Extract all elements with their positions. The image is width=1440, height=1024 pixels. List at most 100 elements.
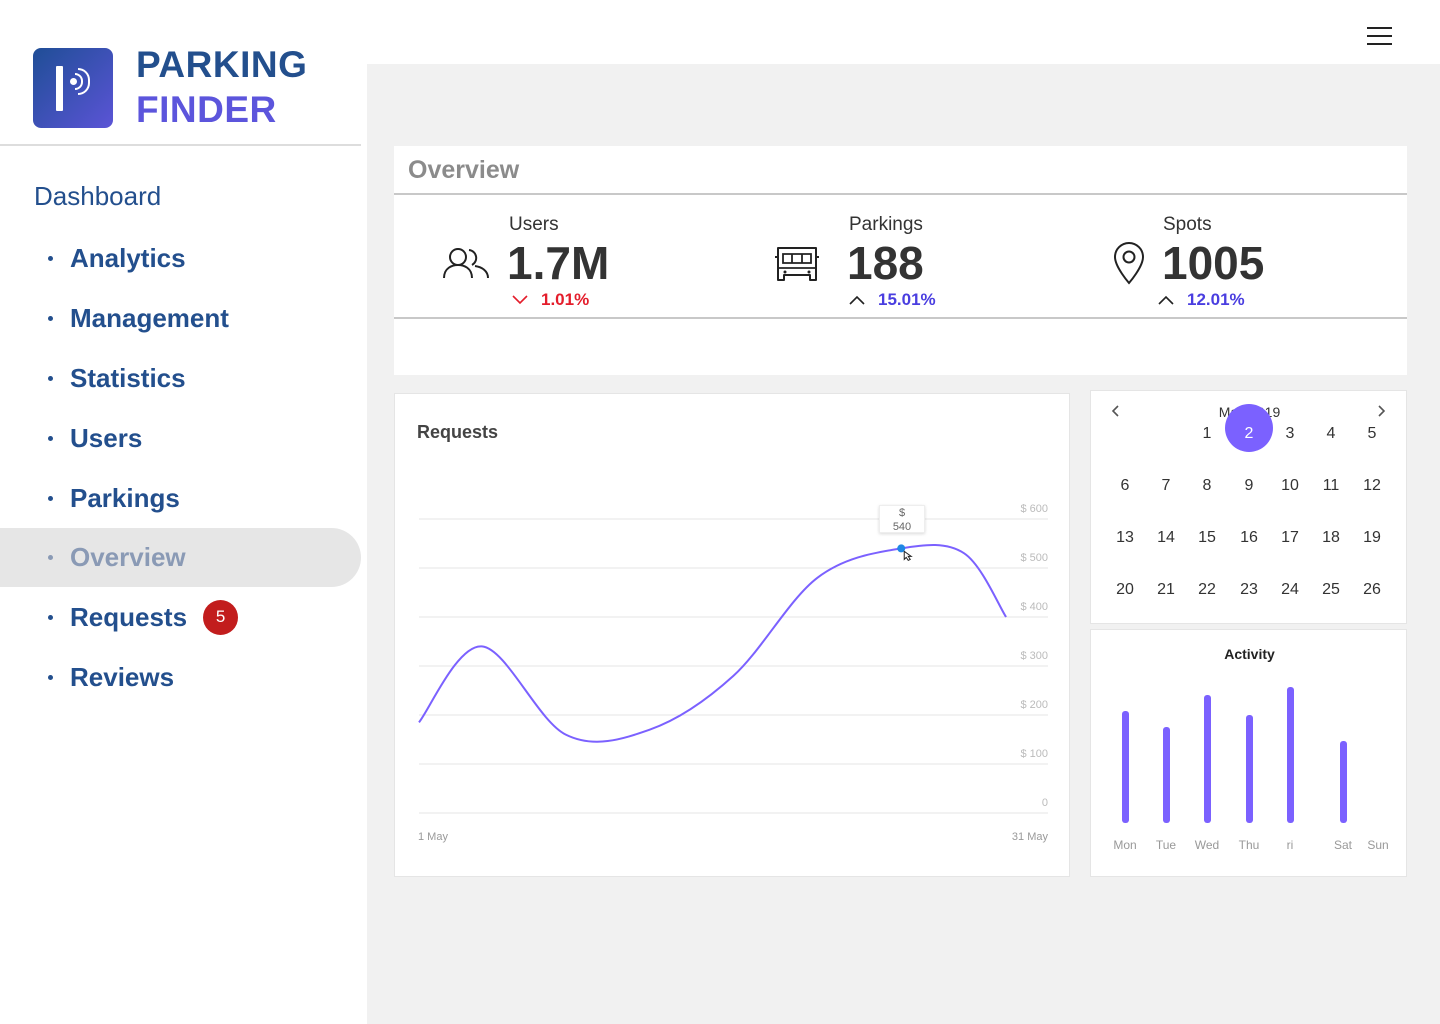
calendar-day[interactable]: 3	[1270, 425, 1310, 443]
requests-count-badge: 5	[203, 599, 239, 635]
calendar-day[interactable]: 4	[1311, 425, 1351, 443]
calendar-day[interactable]: 1	[1187, 425, 1227, 443]
calendar-day[interactable]: 11	[1311, 477, 1351, 495]
bullet-icon	[48, 255, 53, 261]
sidebar-item-label: Analytics	[70, 242, 186, 273]
arrow-up-icon	[849, 295, 865, 305]
stat-change-value: 15.01%	[878, 290, 936, 309]
nav-list: Analytics Management Statistics Users Pa…	[0, 228, 361, 707]
hamburger-menu-icon[interactable]	[1367, 27, 1392, 45]
overview-title: Overview	[408, 156, 520, 184]
bullet-icon	[48, 555, 53, 560]
activity-day-label: Thu	[1238, 838, 1260, 852]
stat-change: 15.01%	[849, 290, 936, 310]
requests-card: Requests 0 $ 100 $ 200 $ 300 $ 400 $ 500 $ 600…	[394, 393, 1070, 877]
sidebar-item-label: Overview	[70, 542, 186, 572]
requests-line-chart[interactable]: 0 $ 100 $ 200 $ 300 $ 400 $ 500 $ 600 1 May 31 M…	[395, 394, 1071, 878]
activity-bar	[1162, 727, 1170, 823]
sidebar-item-users[interactable]: Users	[0, 408, 361, 468]
tooltip-currency: $	[898, 507, 906, 519]
stat-change: 1.01%	[512, 290, 589, 310]
activity-bar	[1121, 711, 1129, 823]
users-icon	[443, 248, 489, 279]
cursor-hand-icon	[903, 550, 913, 562]
calendar-day[interactable]: 15	[1187, 529, 1227, 547]
location-pin-icon	[1113, 242, 1145, 285]
stat-label: Parkings	[849, 214, 923, 235]
calendar-day[interactable]: 6	[1105, 477, 1145, 495]
stat-value: 188	[847, 237, 924, 289]
calendar-day[interactable]: 13	[1105, 529, 1145, 547]
calendar-day[interactable]: 2	[1229, 425, 1269, 443]
bullet-icon	[48, 435, 53, 441]
car-icon	[775, 247, 819, 281]
stat-label: Users	[509, 214, 559, 235]
sidebar-item-overview[interactable]: Overview	[0, 528, 361, 587]
calendar-day[interactable]: 10	[1270, 477, 1310, 495]
sidebar-item-label: Management	[70, 302, 229, 333]
sidebar-item-label: Parkings	[70, 482, 180, 513]
calendar-day[interactable]: 21	[1146, 581, 1186, 599]
stat-change-value: 1.01%	[541, 290, 590, 309]
tooltip-value: 540	[892, 521, 912, 533]
activity-day-label: Sun	[1367, 838, 1389, 852]
calendar-day[interactable]: 20	[1105, 581, 1145, 599]
bullet-icon	[48, 375, 53, 381]
bullet-icon	[48, 674, 53, 680]
sidebar-item-label: Reviews	[70, 661, 175, 692]
calendar-day[interactable]: 5	[1352, 425, 1392, 443]
divider	[394, 317, 1407, 319]
calendar-day[interactable]: 9	[1229, 477, 1269, 495]
y-tick-label: $ 100	[1020, 748, 1048, 760]
calendar-day[interactable]: 8	[1187, 477, 1227, 495]
activity-day-label: Wed	[1194, 838, 1220, 852]
calendar-day[interactable]: 25	[1311, 581, 1351, 599]
stat-change-value: 12.01%	[1187, 290, 1245, 309]
bullet-icon	[48, 495, 53, 501]
sidebar-item-reviews[interactable]: Reviews	[0, 647, 361, 707]
calendar-day[interactable]: 18	[1311, 529, 1351, 547]
calendar-day[interactable]: 19	[1352, 529, 1392, 547]
brand-line-1: PARKING	[136, 44, 308, 85]
bullet-icon	[48, 614, 53, 620]
y-tick-label: $ 300	[1020, 650, 1048, 662]
series-line	[418, 543, 1007, 743]
calendar-day[interactable]: 17	[1270, 529, 1310, 547]
chevron-right-icon[interactable]	[1373, 403, 1389, 419]
sidebar-item-analytics[interactable]: Analytics	[0, 228, 361, 288]
y-tick-label: $ 200	[1020, 699, 1048, 711]
divider	[394, 193, 1407, 195]
brand-line-2: FINDER	[136, 89, 277, 130]
calendar-day[interactable]: 26	[1352, 581, 1392, 599]
activity-title: Activity	[1224, 646, 1275, 662]
calendar-widget: May 2019 1234567891011121314151617181920…	[1090, 390, 1407, 624]
sidebar-item-statistics[interactable]: Statistics	[0, 348, 361, 408]
sidebar: PARKING FINDER Dashboard Analytics Manag…	[0, 0, 367, 1024]
sidebar-item-parkings[interactable]: Parkings	[0, 468, 361, 528]
brand-name: PARKING FINDER	[136, 42, 307, 132]
y-tick-label: $ 600	[1020, 503, 1048, 515]
nav-heading-dashboard[interactable]: Dashboard	[34, 181, 161, 212]
arrow-down-icon	[512, 295, 528, 305]
sidebar-item-management[interactable]: Management	[0, 288, 361, 348]
stat-value: 1.7M	[507, 237, 610, 289]
calendar-day[interactable]: 24	[1270, 581, 1310, 599]
calendar-day[interactable]: 23	[1229, 581, 1269, 599]
stat-value: 1005	[1162, 237, 1265, 289]
top-bar	[367, 0, 1440, 64]
calendar-day[interactable]: 14	[1146, 529, 1186, 547]
calendar-day[interactable]: 7	[1146, 477, 1186, 495]
sidebar-item-requests[interactable]: Requests 5	[0, 587, 361, 647]
calendar-day[interactable]: 12	[1352, 477, 1392, 495]
chevron-left-icon[interactable]	[1108, 403, 1124, 419]
stat-change: 12.01%	[1158, 290, 1245, 310]
activity-bar	[1245, 715, 1253, 823]
parking-signal-icon[interactable]	[33, 48, 113, 128]
activity-day-label: ri	[1286, 838, 1294, 852]
calendar-day[interactable]: 22	[1187, 581, 1227, 599]
activity-day-label: Tue	[1155, 838, 1177, 852]
sidebar-item-label: Statistics	[70, 362, 186, 393]
overview-card: Overview Users 1.7M 1.01% Parkings 188 1…	[394, 146, 1407, 375]
calendar-day[interactable]: 16	[1229, 529, 1269, 547]
activity-bar	[1203, 695, 1211, 823]
